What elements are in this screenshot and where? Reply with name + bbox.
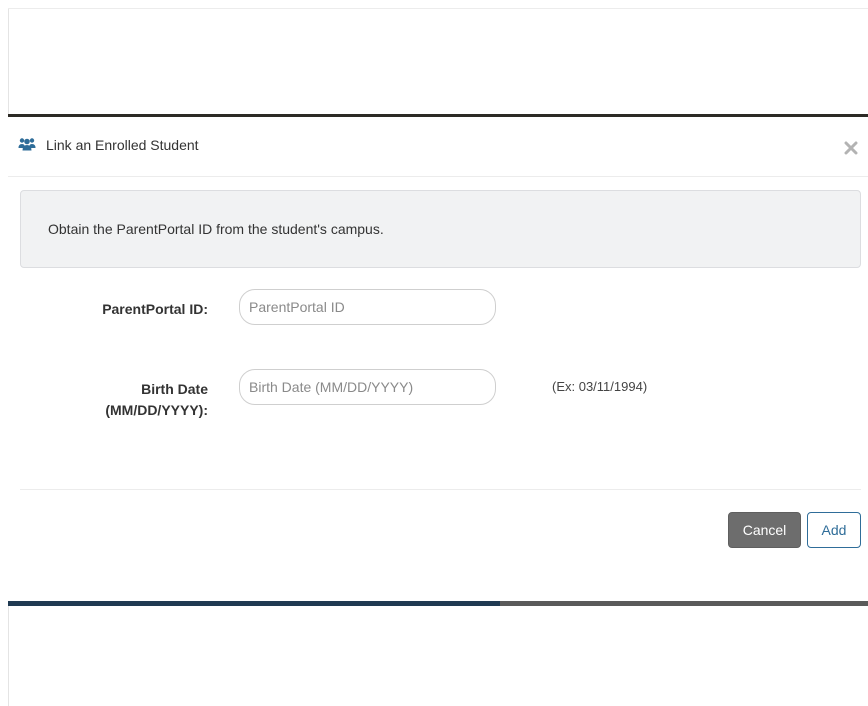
page: Link an Enrolled Student Obtain the Pare…: [0, 0, 868, 706]
modal-header: Link an Enrolled Student: [8, 117, 868, 177]
info-notice: Obtain the ParentPortal ID from the stud…: [20, 190, 861, 268]
parentportal-id-label: ParentPortal ID:: [8, 299, 208, 320]
footer-divider: [20, 489, 861, 490]
birth-date-label-line2: (MM/DD/YYYY):: [105, 402, 208, 418]
cancel-button[interactable]: Cancel: [728, 512, 801, 548]
users-icon: [18, 137, 36, 151]
link-student-modal: Link an Enrolled Student Obtain the Pare…: [8, 114, 868, 606]
parentportal-id-label-text: ParentPortal ID:: [102, 301, 208, 317]
parentportal-id-input[interactable]: [239, 289, 496, 325]
birth-date-label-line1: Birth Date: [141, 381, 208, 397]
birth-date-label: Birth Date (MM/DD/YYYY):: [8, 379, 208, 421]
add-button[interactable]: Add: [807, 512, 861, 548]
close-icon[interactable]: [844, 141, 858, 155]
page-top-rule: [8, 8, 868, 9]
bottom-progress-bar: [8, 601, 868, 606]
bottom-progress-fill: [8, 601, 500, 606]
notice-text: Obtain the ParentPortal ID from the stud…: [48, 221, 384, 237]
birth-date-input[interactable]: [239, 369, 496, 405]
modal-title: Link an Enrolled Student: [46, 137, 199, 153]
birth-date-hint: (Ex: 03/11/1994): [552, 379, 648, 394]
